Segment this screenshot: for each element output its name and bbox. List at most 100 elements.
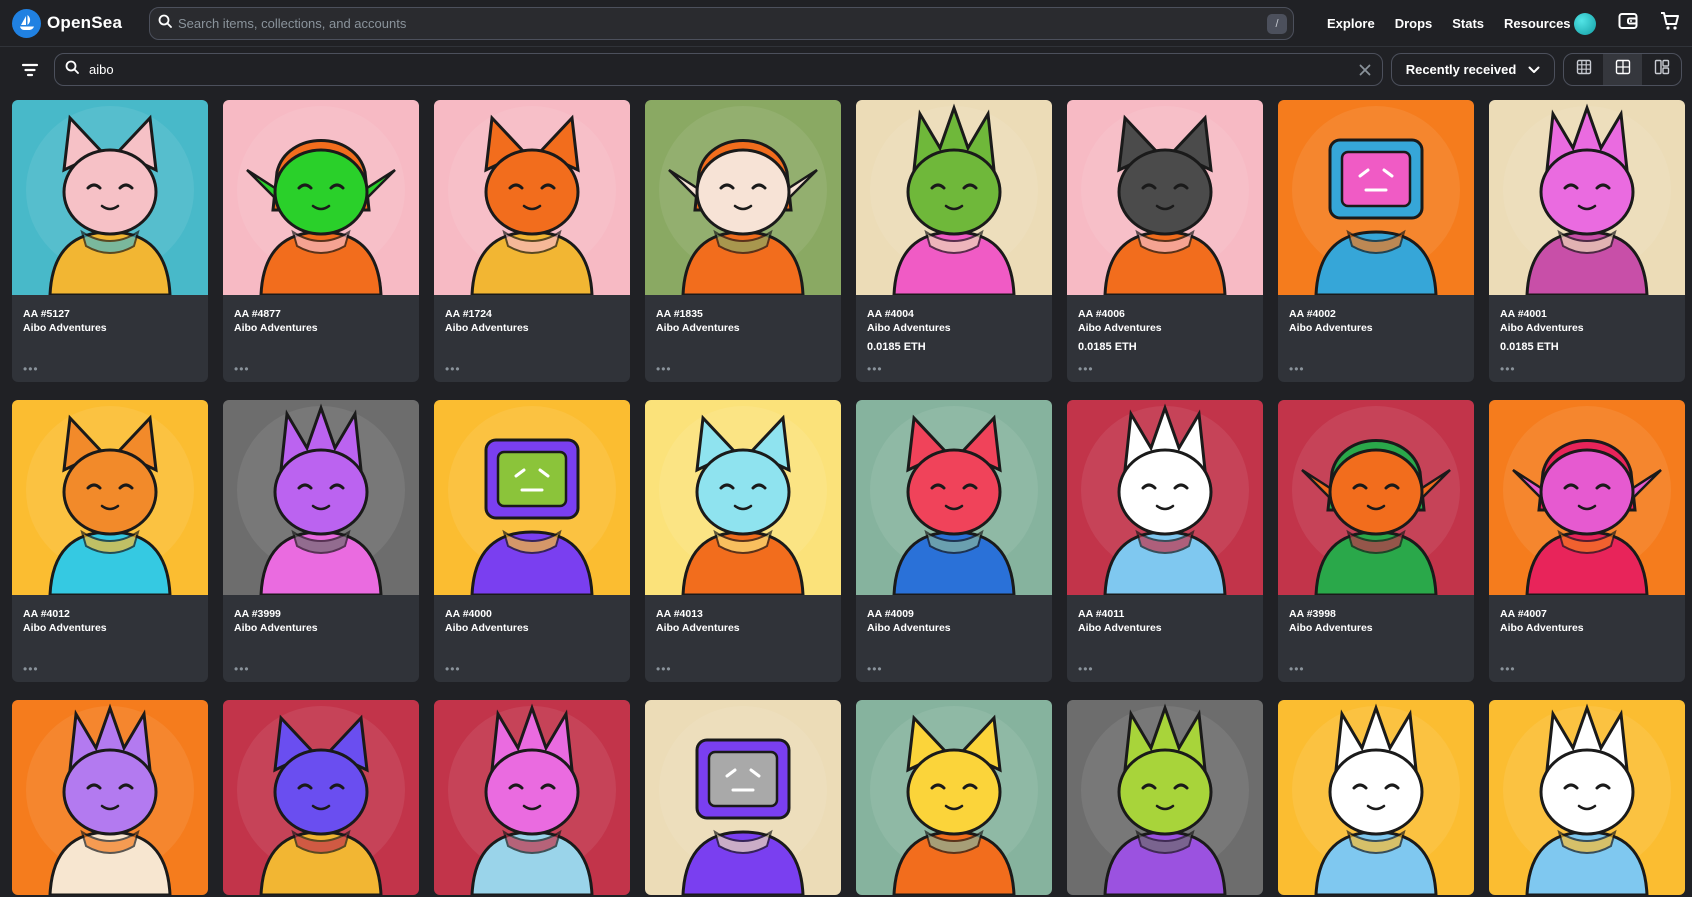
collection-search-box[interactable] xyxy=(54,53,1383,86)
nft-collection-name[interactable]: Aibo Adventures xyxy=(234,621,408,635)
opensea-logo[interactable]: OpenSea xyxy=(12,8,122,38)
more-options-icon[interactable]: ••• xyxy=(1500,363,1516,375)
more-options-icon[interactable]: ••• xyxy=(1289,363,1305,375)
nft-collection-name[interactable]: Aibo Adventures xyxy=(1289,621,1463,635)
nav-resources[interactable]: Resources xyxy=(1504,16,1570,31)
more-options-icon[interactable]: ••• xyxy=(23,363,39,375)
nft-card[interactable]: AA #4006 Aibo Adventures 0.0185 ETH ••• xyxy=(1067,100,1263,382)
more-options-icon[interactable]: ••• xyxy=(234,363,250,375)
more-options-icon[interactable]: ••• xyxy=(867,663,883,675)
view-small-grid-button[interactable] xyxy=(1564,54,1603,85)
nft-image[interactable] xyxy=(1067,700,1263,895)
nft-card[interactable]: AA #3998 Aibo Adventures ••• xyxy=(1278,400,1474,682)
nft-token-id: AA #4006 xyxy=(1078,308,1125,320)
nft-image[interactable] xyxy=(1278,400,1474,595)
nft-collection-name[interactable]: Aibo Adventures xyxy=(867,621,1041,635)
nft-image[interactable] xyxy=(645,700,841,895)
collection-search-input[interactable] xyxy=(89,62,1358,77)
nft-image[interactable] xyxy=(223,100,419,295)
nft-card[interactable] xyxy=(223,700,419,895)
nft-card[interactable]: AA #4002 Aibo Adventures ••• xyxy=(1278,100,1474,382)
more-options-icon[interactable]: ••• xyxy=(1078,663,1094,675)
nft-image[interactable] xyxy=(856,400,1052,595)
nft-collection-name[interactable]: Aibo Adventures xyxy=(656,621,830,635)
nft-card[interactable]: AA #4007 Aibo Adventures ••• xyxy=(1489,400,1685,682)
nft-image[interactable] xyxy=(1489,700,1685,895)
nft-collection-name[interactable]: Aibo Adventures xyxy=(1078,321,1252,335)
more-options-icon[interactable]: ••• xyxy=(1500,663,1516,675)
more-options-icon[interactable]: ••• xyxy=(867,363,883,375)
nft-image[interactable] xyxy=(856,700,1052,895)
nft-image[interactable] xyxy=(1067,400,1263,595)
nft-card[interactable]: AA #1724 Aibo Adventures ••• xyxy=(434,100,630,382)
more-options-icon[interactable]: ••• xyxy=(445,363,461,375)
nft-collection-name[interactable]: Aibo Adventures xyxy=(656,321,830,335)
nft-collection-name[interactable]: Aibo Adventures xyxy=(867,321,1041,335)
cart-icon[interactable] xyxy=(1660,11,1680,36)
more-options-icon[interactable]: ••• xyxy=(23,663,39,675)
nft-card[interactable]: AA #4012 Aibo Adventures ••• xyxy=(12,400,208,682)
nft-card[interactable]: AA #4009 Aibo Adventures ••• xyxy=(856,400,1052,682)
nft-card[interactable]: AA #4011 Aibo Adventures ••• xyxy=(1067,400,1263,682)
more-options-icon[interactable]: ••• xyxy=(445,663,461,675)
more-options-icon[interactable]: ••• xyxy=(1289,663,1305,675)
filter-toggle-button[interactable] xyxy=(20,60,40,80)
nft-card[interactable]: AA #5127 Aibo Adventures ••• xyxy=(12,100,208,382)
wallet-icon[interactable] xyxy=(1618,12,1638,35)
nft-image[interactable] xyxy=(1489,400,1685,595)
nft-collection-name[interactable]: Aibo Adventures xyxy=(1289,321,1463,335)
nft-collection-name[interactable]: Aibo Adventures xyxy=(445,321,619,335)
nft-card[interactable] xyxy=(856,700,1052,895)
nft-collection-name[interactable]: Aibo Adventures xyxy=(234,321,408,335)
nft-card[interactable] xyxy=(434,700,630,895)
nav-explore[interactable]: Explore xyxy=(1327,16,1375,31)
nft-image[interactable] xyxy=(1278,100,1474,295)
more-options-icon[interactable]: ••• xyxy=(656,363,672,375)
nft-collection-name[interactable]: Aibo Adventures xyxy=(1078,621,1252,635)
nft-image[interactable] xyxy=(12,100,208,295)
view-mosaic-button[interactable] xyxy=(1642,54,1681,85)
sort-dropdown[interactable]: Recently received xyxy=(1391,53,1555,86)
more-options-icon[interactable]: ••• xyxy=(234,663,250,675)
nft-collection-name[interactable]: Aibo Adventures xyxy=(1500,621,1674,635)
nft-card[interactable]: AA #3999 Aibo Adventures ••• xyxy=(223,400,419,682)
view-large-grid-button[interactable] xyxy=(1603,54,1642,85)
nft-image[interactable] xyxy=(1067,100,1263,295)
nft-card[interactable] xyxy=(12,700,208,895)
nft-image[interactable] xyxy=(434,400,630,595)
more-options-icon[interactable]: ••• xyxy=(1078,363,1094,375)
art-head xyxy=(906,748,1002,836)
nft-collection-name[interactable]: Aibo Adventures xyxy=(445,621,619,635)
nft-image[interactable] xyxy=(223,700,419,895)
nft-card[interactable]: AA #4013 Aibo Adventures ••• xyxy=(645,400,841,682)
nft-card[interactable]: AA #4004 Aibo Adventures 0.0185 ETH ••• xyxy=(856,100,1052,382)
nft-card[interactable]: AA #4877 Aibo Adventures ••• xyxy=(223,100,419,382)
nft-image[interactable] xyxy=(1278,700,1474,895)
nft-card[interactable]: AA #1835 Aibo Adventures ••• xyxy=(645,100,841,382)
nft-image[interactable] xyxy=(645,400,841,595)
nft-card[interactable]: AA #4000 Aibo Adventures ••• xyxy=(434,400,630,682)
nft-image[interactable] xyxy=(434,100,630,295)
nft-card[interactable] xyxy=(645,700,841,895)
nav-stats[interactable]: Stats xyxy=(1452,16,1484,31)
close-icon[interactable] xyxy=(1358,63,1372,77)
nft-image[interactable] xyxy=(12,700,208,895)
nft-card[interactable] xyxy=(1067,700,1263,895)
nft-image[interactable] xyxy=(645,100,841,295)
nft-image[interactable] xyxy=(1489,100,1685,295)
global-search-input[interactable] xyxy=(178,16,1267,31)
nft-collection-name[interactable]: Aibo Adventures xyxy=(1500,321,1674,335)
global-search-box[interactable]: / xyxy=(149,7,1294,40)
nav-drops[interactable]: Drops xyxy=(1395,16,1433,31)
nft-card[interactable] xyxy=(1489,700,1685,895)
nft-collection-name[interactable]: Aibo Adventures xyxy=(23,321,197,335)
nft-collection-name[interactable]: Aibo Adventures xyxy=(23,621,197,635)
nft-card[interactable]: AA #4001 Aibo Adventures 0.0185 ETH ••• xyxy=(1489,100,1685,382)
nft-image[interactable] xyxy=(856,100,1052,295)
nft-card[interactable] xyxy=(1278,700,1474,895)
nft-image[interactable] xyxy=(12,400,208,595)
nft-image[interactable] xyxy=(434,700,630,895)
nft-image[interactable] xyxy=(223,400,419,595)
more-options-icon[interactable]: ••• xyxy=(656,663,672,675)
profile-avatar[interactable] xyxy=(1574,12,1596,35)
